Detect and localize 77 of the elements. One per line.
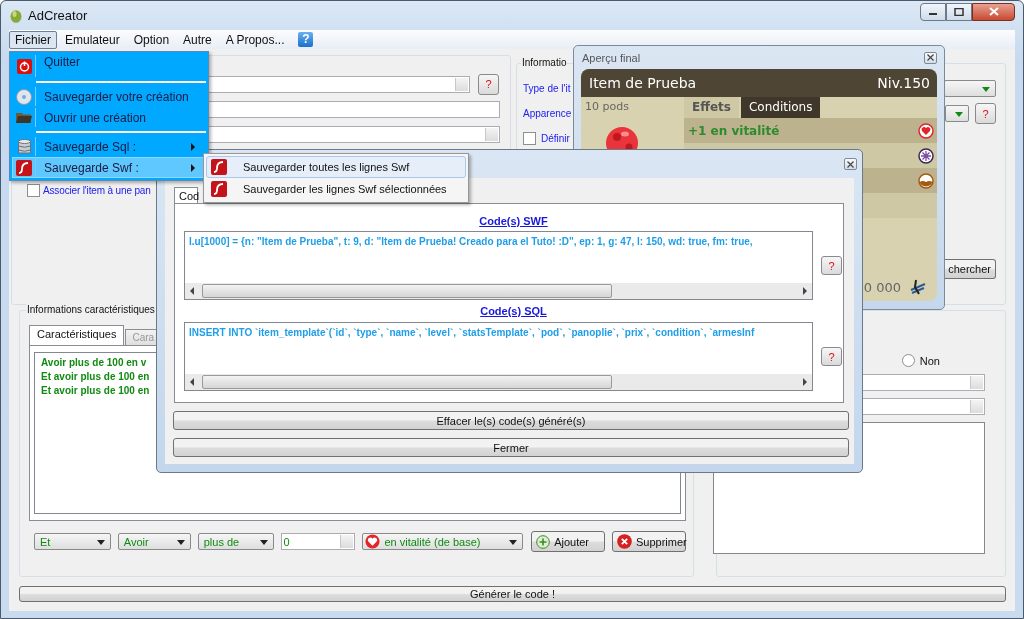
delete-button[interactable]: Supprimer: [612, 531, 686, 552]
number-field[interactable]: 0: [280, 533, 356, 550]
menu-item[interactable]: Sauvegarder toutes les lignes Swf: [206, 156, 466, 178]
flash-icon: [211, 181, 227, 197]
menu-item[interactable]: Autre: [177, 30, 218, 49]
menu-item[interactable]: Fichier: [9, 30, 57, 49]
window-title: Aperçu final: [582, 51, 641, 64]
group-title: Informatio: [521, 57, 568, 68]
dropdown[interactable]: [944, 80, 996, 97]
section-heading: Code(s) SQL: [480, 305, 547, 317]
disc-icon: [16, 88, 32, 105]
field-label: Type de l'it: [523, 83, 571, 94]
dropdown[interactable]: Et: [34, 533, 111, 550]
list-item[interactable]: Et avoir plus de 100 en: [41, 385, 150, 396]
close-button[interactable]: [972, 2, 1015, 21]
checkbox[interactable]: [523, 132, 536, 145]
menu-item[interactable]: Option: [127, 30, 176, 49]
list-item[interactable]: Avoir plus de 100 en v: [41, 357, 147, 368]
tab[interactable]: Caractéristiques: [29, 325, 125, 345]
close-button[interactable]: [924, 51, 937, 64]
dropdown[interactable]: Avoir: [117, 533, 191, 550]
checkbox-label: Définir: [541, 133, 570, 144]
cross-icon: [617, 534, 632, 549]
generate-button[interactable]: Générer le code !: [19, 586, 1006, 602]
section-heading: Code(s) SWF: [479, 215, 548, 227]
star-icon: [918, 147, 934, 164]
folder-icon: [16, 111, 32, 124]
plus-icon: [536, 534, 551, 549]
group-title: Informations caractéristiques: [26, 304, 156, 315]
add-button[interactable]: Ajouter: [531, 531, 605, 552]
menu-item[interactable]: Sauvegarde Swf :: [12, 157, 206, 178]
menu-item[interactable]: Quitter: [12, 54, 206, 78]
database-icon: [17, 138, 31, 155]
tab[interactable]: Conditions: [740, 97, 821, 118]
maximize-button[interactable]: [946, 2, 972, 21]
item-name: Item de Prueba: [589, 75, 697, 91]
dropdown[interactable]: [945, 105, 969, 122]
dialog-button[interactable]: Effacer le(s) code(s) généré(s): [173, 411, 849, 430]
item-level: Niv.150: [877, 75, 930, 91]
egg-icon: [10, 8, 22, 23]
item-price: 0 000: [863, 279, 901, 295]
help-button[interactable]: ?: [821, 347, 842, 366]
dropdown[interactable]: en vitalité (de base): [362, 533, 524, 550]
close-button[interactable]: [844, 158, 857, 170]
checkbox-label: Associer l'item à une pan: [43, 185, 151, 196]
field-label: Apparence: [523, 108, 572, 119]
close-icon: [988, 7, 999, 16]
dropdown[interactable]: plus de: [197, 533, 274, 550]
minimize-button[interactable]: [920, 2, 946, 21]
scrollbar[interactable]: [185, 283, 812, 299]
power-icon: [16, 58, 32, 74]
help-button[interactable]: ?: [975, 103, 996, 124]
menu-item[interactable]: A Propos...: [219, 30, 291, 49]
radio-label: Non: [919, 354, 940, 367]
checkbox[interactable]: [27, 184, 40, 197]
search-button[interactable]: chercher: [944, 259, 996, 279]
flash-icon: [16, 159, 32, 176]
window-title: AdCreator: [28, 8, 88, 23]
radio-button[interactable]: [901, 354, 915, 367]
menu-item[interactable]: Emulateur: [59, 30, 126, 49]
scrollbar[interactable]: [185, 374, 812, 390]
menu-item[interactable]: Ouvrir une création: [12, 107, 206, 128]
item-weight: 10 pods: [585, 100, 629, 113]
menu-item[interactable]: Sauvegarder votre création: [12, 86, 206, 107]
flash-icon: [211, 159, 227, 175]
earth-icon: [918, 172, 934, 189]
tab[interactable]: Cod: [174, 187, 198, 203]
maximize-icon: [954, 7, 964, 16]
dialog-button[interactable]: Fermer: [173, 438, 849, 457]
menu-item[interactable]: Sauvegarder les lignes Swf sélectionnées: [206, 178, 466, 200]
list-item[interactable]: Et avoir plus de 100 en: [41, 371, 150, 382]
tab[interactable]: Effets: [684, 97, 739, 118]
heart-icon: [365, 534, 381, 549]
effect-text: +1 en vitalité: [688, 123, 780, 138]
help-button[interactable]: ?: [821, 256, 842, 275]
help-button[interactable]: ?: [478, 73, 499, 95]
menu-item[interactable]: Sauvegarde Sql :: [12, 136, 206, 157]
